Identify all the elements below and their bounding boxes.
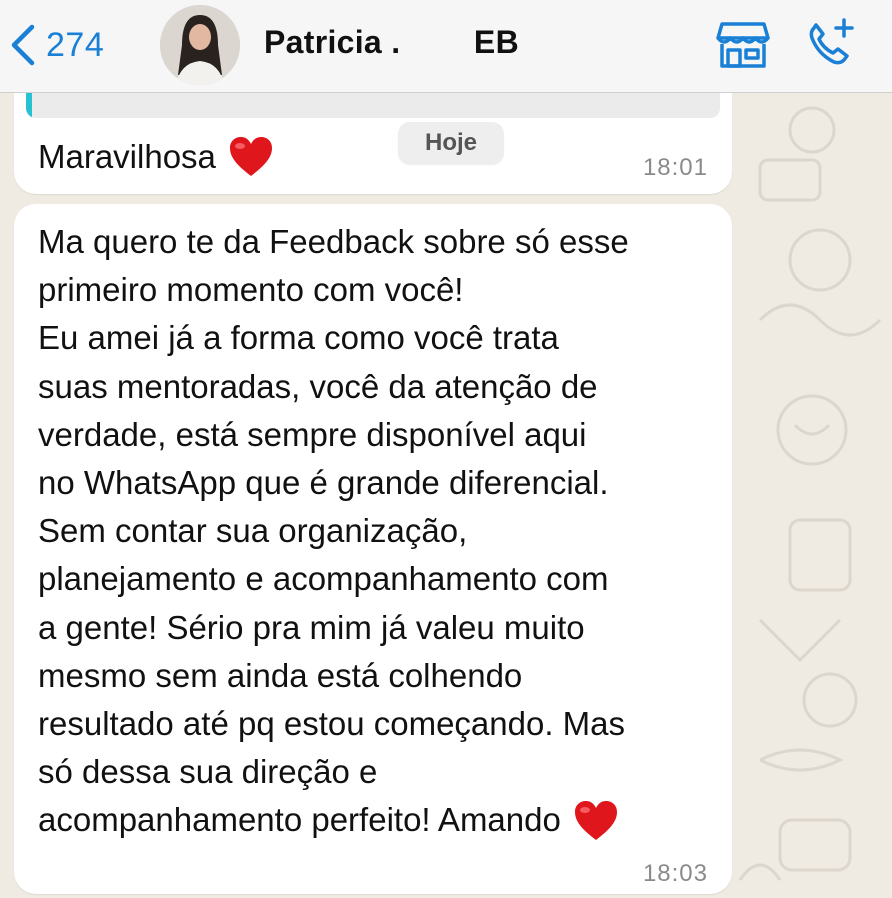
message-bubble[interactable]: Ma quero te da Feedback sobre só esse pr… [14, 204, 732, 894]
message-line: planejamento e acompanhamento com [38, 560, 609, 598]
message-line: no WhatsApp que é grande diferencial. [38, 464, 609, 502]
message-line: Ma quero te da Feedback sobre só esse [38, 223, 629, 260]
heart-icon [573, 800, 619, 842]
message-time: 18:03 [642, 860, 708, 887]
message-line: Eu amei já a forma como você trata [38, 319, 559, 357]
message-line: resultado até pq estou começando. Mas [38, 705, 626, 743]
storefront-icon[interactable] [716, 20, 770, 75]
message-line: a gente! Sério pra mim já valeu muito [38, 608, 585, 646]
phone-add-icon[interactable] [804, 16, 860, 77]
message-text-content: Maravilhosa [38, 138, 216, 175]
message-line-last: acompanhamento perfeito! Amando [38, 796, 728, 844]
message-line: suas mentoradas, você da atenção de [38, 367, 598, 405]
message-line-text: acompanhamento perfeito! Amando [38, 801, 561, 839]
unread-count: 274 [46, 25, 105, 64]
heart-icon [228, 136, 274, 178]
chevron-left-icon [6, 23, 40, 67]
message-line: verdade, está sempre disponível aqui [38, 415, 587, 453]
message-line: mesmo sem ainda está colhendo [38, 656, 523, 694]
contact-name[interactable]: Patricia . EB [264, 24, 519, 61]
date-divider: Hoje [398, 122, 504, 164]
message-time: 18:01 [642, 154, 708, 181]
chat-header: 274 Patricia . EB [0, 0, 892, 93]
message-line: só dessa sua direção e [38, 753, 378, 791]
message-text: Maravilhosa [38, 136, 274, 178]
message-line: Sem contar sua organização, [38, 512, 468, 550]
message-line: primeiro momento com você! [38, 271, 464, 309]
back-button[interactable]: 274 [6, 18, 104, 72]
contact-avatar[interactable] [160, 5, 240, 85]
message-text: Ma quero te da Feedback sobre só esse pr… [38, 218, 728, 845]
